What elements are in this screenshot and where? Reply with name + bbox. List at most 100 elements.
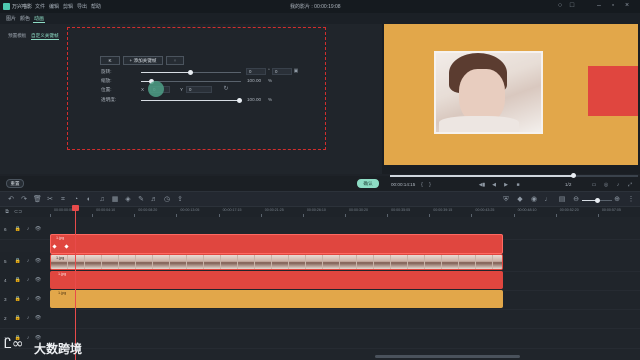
lock-icon[interactable]: 🔒 <box>14 314 22 322</box>
speed-icon[interactable]: ◔ <box>72 196 80 204</box>
ok-button[interactable]: 确认 <box>357 179 379 188</box>
rotate-slider[interactable] <box>141 70 241 75</box>
undo-icon[interactable]: ↶ <box>7 196 15 204</box>
opacity-knob[interactable] <box>237 98 242 103</box>
mute-icon[interactable]: ♪ <box>24 225 32 233</box>
red-image-clip[interactable]: 1.jpg <box>50 271 503 289</box>
reset-button[interactable]: 重置 <box>6 179 24 188</box>
position-y-field[interactable]: 0 <box>186 86 212 93</box>
playhead[interactable] <box>72 205 79 360</box>
visible-icon[interactable]: 👁 <box>34 276 42 284</box>
close-icon[interactable]: × <box>623 2 631 10</box>
mute-icon[interactable]: ♪ <box>24 257 32 265</box>
camera-icon[interactable]: ◎ <box>602 181 610 189</box>
shield-icon[interactable]: ⛨ <box>502 196 510 204</box>
visible-icon[interactable]: 👁 <box>34 225 42 233</box>
user-icon[interactable]: ○ <box>556 2 564 10</box>
animation-panel: 预置模板 自定义关键帧 K + 添加关键帧 × 旋转: 0 ° 0 ▣ 缩放: … <box>0 24 382 174</box>
timeline-menu-icon[interactable]: ⋮ <box>627 196 635 204</box>
play-icon[interactable]: ▶ <box>502 181 510 189</box>
position-y-label: Y <box>180 87 184 92</box>
red-image-clip[interactable]: 1.jpg <box>50 234 503 254</box>
render-icon[interactable]: ◉ <box>530 196 538 204</box>
play-back-icon[interactable]: ◀ <box>490 181 498 189</box>
add-keyframe-button[interactable]: + 添加关键帧 <box>123 56 163 65</box>
tab-animation[interactable]: 动画 <box>34 15 44 22</box>
position-reset-icon[interactable]: ↻ <box>222 85 230 93</box>
keyframe-nav-button[interactable]: K <box>100 56 120 65</box>
timeline-ruler[interactable]: 00:00:00:00 00:00:04:10 00:00:08:20 00:00:1… <box>50 207 640 217</box>
zoom-in-icon[interactable]: ⊕ <box>613 196 621 204</box>
rotate-value[interactable]: 0 <box>246 68 266 75</box>
visible-icon[interactable]: 👁 <box>34 257 42 265</box>
notification-icon[interactable]: □ <box>568 2 576 10</box>
rotate-extra-field[interactable]: 0 <box>272 68 292 75</box>
lock-icon[interactable]: 🔒 <box>14 257 22 265</box>
mute-icon[interactable]: ♪ <box>24 276 32 284</box>
preview-scale-select[interactable]: 1/2 <box>565 182 571 187</box>
pen-icon[interactable]: ✎ <box>137 196 145 204</box>
menu-edit[interactable]: 编辑 <box>49 3 59 10</box>
zoom-slider[interactable] <box>582 198 612 203</box>
opacity-slider[interactable] <box>141 98 242 103</box>
gold-image-clip[interactable]: 1.jpg <box>50 290 503 308</box>
color-icon[interactable]: ◐ <box>85 196 93 204</box>
stop-icon[interactable]: ■ <box>514 181 522 189</box>
delete-keyframe-button[interactable]: × <box>166 56 184 65</box>
visible-icon[interactable]: 👁 <box>34 314 42 322</box>
rotate-knob[interactable] <box>188 70 193 75</box>
fullscreen-icon[interactable]: ⤢ <box>626 181 634 189</box>
keyframe-diamond-icon[interactable] <box>64 244 69 249</box>
cut-icon[interactable]: ✂ <box>46 196 54 204</box>
mark-in-icon[interactable]: { <box>418 181 426 189</box>
step-back-icon[interactable]: ◀▮ <box>478 181 486 189</box>
audio-icon[interactable]: ♫ <box>98 196 106 204</box>
playback-progress-knob[interactable] <box>571 173 577 178</box>
zoom-out-icon[interactable]: ⊖ <box>572 196 580 204</box>
maximize-icon[interactable]: ▫ <box>609 2 617 10</box>
marker-icon[interactable]: ◆ <box>516 196 524 204</box>
add-track-icon[interactable]: ⧉ <box>3 208 11 216</box>
menu-export[interactable]: 导出 <box>77 3 87 10</box>
portrait-video-clip[interactable]: 1.jpg <box>50 254 503 270</box>
mute-icon[interactable]: ♪ <box>24 295 32 303</box>
volume-icon[interactable]: ♪ <box>614 181 622 189</box>
scale-value[interactable]: 100.00 <box>247 78 261 83</box>
lock-icon[interactable]: 🔒 <box>14 276 22 284</box>
link-icon[interactable]: ⊂⊃ <box>14 208 22 216</box>
rotate-reset-icon[interactable]: ▣ <box>292 67 300 75</box>
layout-icon[interactable]: ▤ <box>558 196 566 204</box>
playback-progress[interactable] <box>390 173 638 178</box>
subtab-preset[interactable]: 预置模板 <box>8 33 26 39</box>
visible-icon[interactable]: 👁 <box>34 295 42 303</box>
mute-icon[interactable]: ♪ <box>24 314 32 322</box>
snapshot-icon[interactable]: ▭ <box>590 181 598 189</box>
mic-icon[interactable]: ♬ <box>150 196 158 204</box>
opacity-value[interactable]: 100.00 <box>247 97 261 102</box>
menu-file[interactable]: 文件 <box>35 3 45 10</box>
ruler-left-tools: ⧉ ⊂⊃ <box>0 207 50 217</box>
menu-cut[interactable]: 剪辑 <box>63 3 73 10</box>
timeline-scrollbar[interactable] <box>375 355 520 358</box>
zoom-knob[interactable] <box>595 198 600 203</box>
lock-icon[interactable]: 🔒 <box>14 225 22 233</box>
crop-icon[interactable]: ⌗ <box>59 196 67 204</box>
lock-icon[interactable]: 🔒 <box>14 295 22 303</box>
tab-image[interactable]: 图片 <box>6 15 16 22</box>
mask-icon[interactable]: ◈ <box>124 196 132 204</box>
delete-icon[interactable]: 🗑 <box>33 196 42 204</box>
minimize-icon[interactable]: – <box>595 2 603 10</box>
keyframe-diamond-icon[interactable] <box>52 244 57 249</box>
track-header: 3 🔒 ♪ 👁 <box>0 290 50 309</box>
tab-color[interactable]: 颜色 <box>20 15 30 22</box>
export-icon[interactable]: ⇪ <box>176 196 184 204</box>
clock-icon[interactable]: ◷ <box>163 196 171 204</box>
redo-icon[interactable]: ↷ <box>20 196 28 204</box>
menu-help[interactable]: 帮助 <box>91 3 101 10</box>
voiceover-icon[interactable]: ♩ <box>544 196 552 204</box>
playhead-handle[interactable] <box>72 205 79 211</box>
mark-out-icon[interactable]: } <box>426 181 434 189</box>
green-screen-icon[interactable]: ▦ <box>111 196 119 204</box>
track-header: 4 🔒 ♪ 👁 <box>0 271 50 290</box>
ruler-tick-label: 00:00:39:15 <box>433 208 453 212</box>
